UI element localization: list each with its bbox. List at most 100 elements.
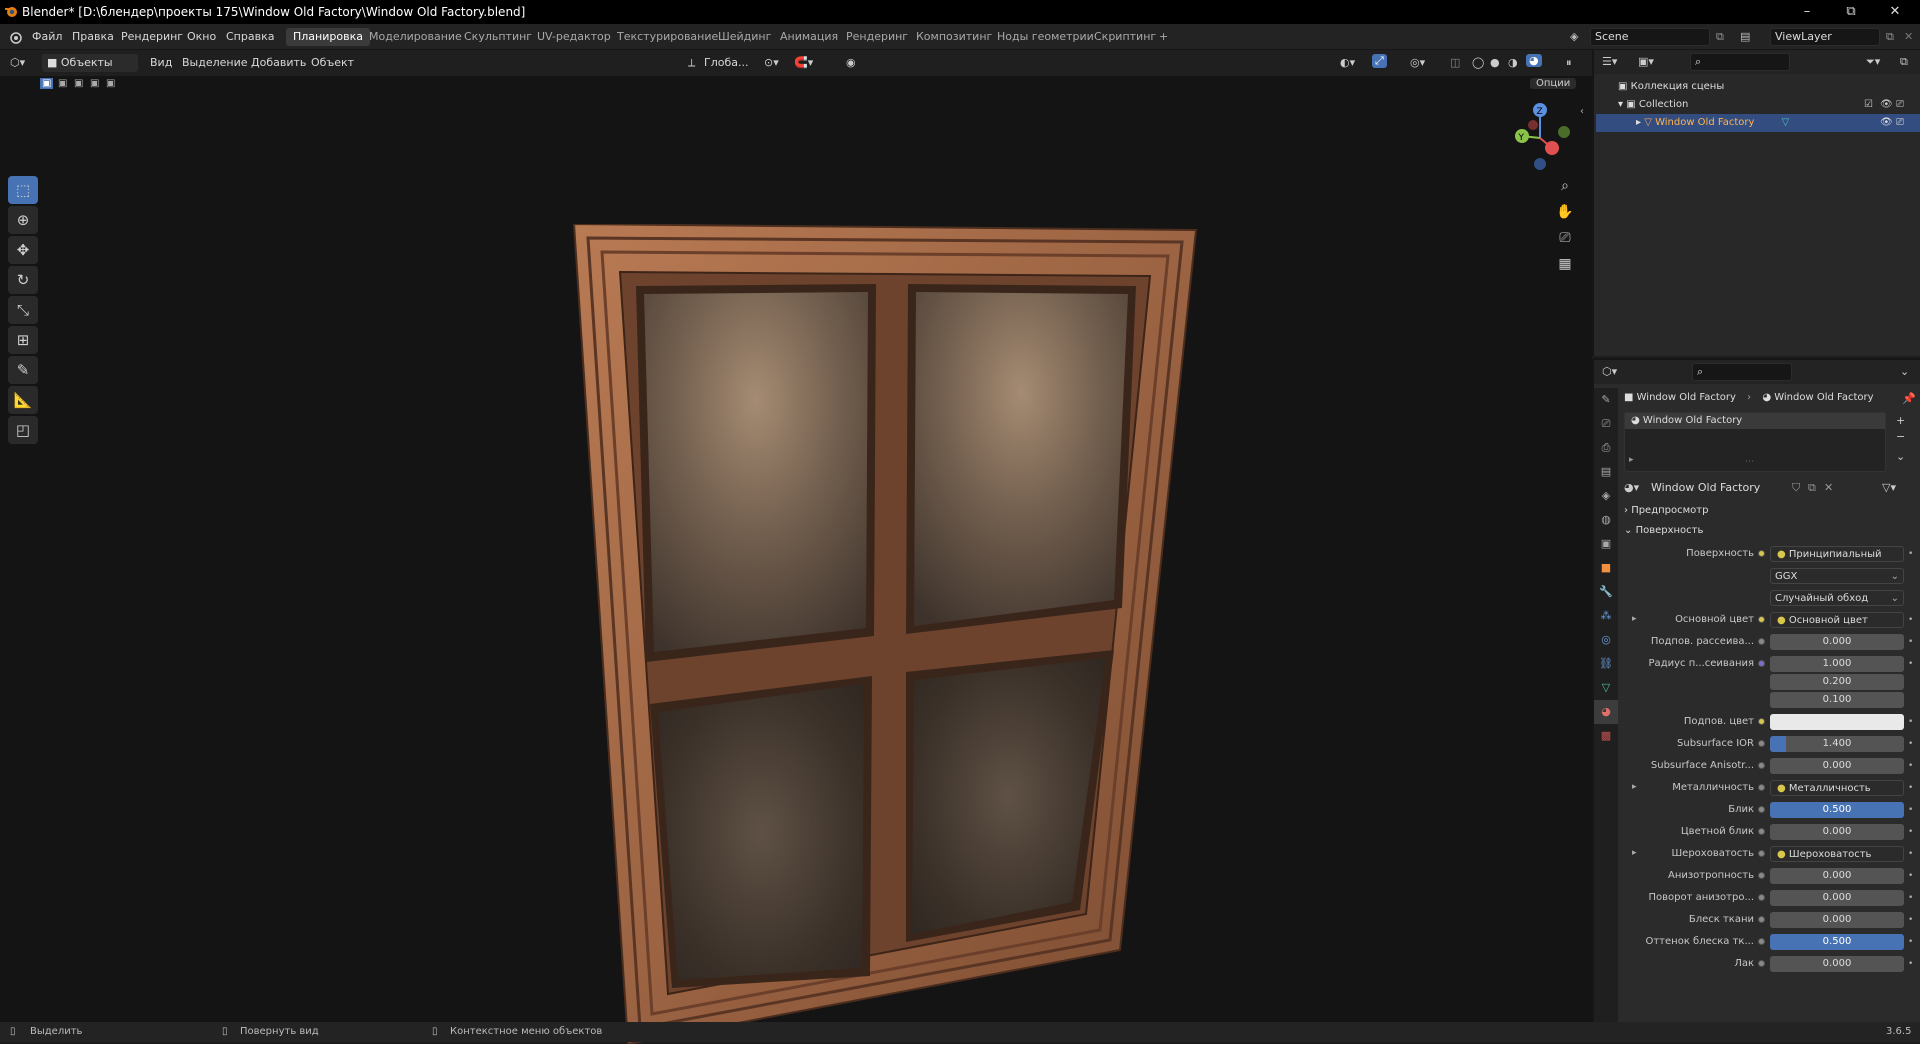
keyframe-dot-icon[interactable]: • <box>1908 636 1914 648</box>
tab-geometry-nodes[interactable]: Ноды геометрии <box>990 28 1101 46</box>
keyframe-dot-icon[interactable]: • <box>1908 614 1914 626</box>
select-mode-new-icon[interactable]: ▣ <box>40 78 54 89</box>
tab-uv-editing[interactable]: UV-редактор <box>530 28 618 46</box>
pin-icon[interactable]: 📌 <box>1902 392 1916 405</box>
annotate-tool-icon[interactable]: ✎ <box>8 356 38 384</box>
property-value-field[interactable]: 0.100 <box>1770 692 1904 708</box>
property-dropdown[interactable]: Случайный обход ⌄ <box>1770 590 1904 606</box>
socket-icon[interactable] <box>1758 784 1765 791</box>
cursor-tool-icon[interactable]: ⊕ <box>8 206 38 234</box>
material-slots-list[interactable]: ◕ Window Old Factory ▸ ⋯ <box>1624 412 1886 472</box>
select-mode-invert-icon[interactable]: ▣ <box>90 78 99 89</box>
keyframe-dot-icon[interactable]: • <box>1908 958 1914 970</box>
eye-icon[interactable]: 👁 <box>1880 114 1893 132</box>
socket-icon[interactable] <box>1758 718 1765 725</box>
grid-icon[interactable]: ▦ <box>1553 252 1577 276</box>
rendered-shading-icon[interactable]: ◕ <box>1526 54 1542 67</box>
modifiers-tab-icon[interactable]: 🔧 <box>1594 580 1618 604</box>
socket-icon[interactable] <box>1758 616 1765 623</box>
tab-sculpting[interactable]: Скульптинг <box>457 28 539 46</box>
pause-render-icon[interactable]: ⏸ <box>1566 56 1572 70</box>
rotate-tool-icon[interactable]: ↻ <box>8 266 38 294</box>
close-button[interactable]: ✕ <box>1872 2 1918 22</box>
expand-arrow-icon[interactable]: ▸ <box>1629 455 1634 465</box>
mesh-data-tab-icon[interactable]: ▽ <box>1594 676 1618 700</box>
blender-menu-icon[interactable] <box>8 30 22 44</box>
constraints-tab-icon[interactable]: ⛓ <box>1594 652 1618 676</box>
menu-render[interactable]: Рендеринг <box>121 30 183 43</box>
collection-tab-icon[interactable]: ▣ <box>1594 532 1618 556</box>
socket-icon[interactable] <box>1758 806 1765 813</box>
menu-select[interactable]: Выделение <box>182 56 248 69</box>
property-value-field[interactable]: 0.500 <box>1770 934 1904 950</box>
transform-tool-icon[interactable]: ⊞ <box>8 326 38 354</box>
new-scene-icon[interactable]: ⧉ <box>1716 30 1724 44</box>
property-link-field[interactable]: ● Шероховатость <box>1770 846 1904 862</box>
property-value-field[interactable]: 0.000 <box>1770 912 1904 928</box>
render-camera-icon[interactable]: ⎚ <box>1896 96 1904 114</box>
property-link-field[interactable]: ● Металличность <box>1770 780 1904 796</box>
transform-orientation-selector[interactable]: Глоба... <box>704 56 748 69</box>
outliner-object-row[interactable]: ▸ ▽ Window Old Factory ▽ 👁 ⎚ <box>1596 114 1920 132</box>
select-mode-intersect-icon[interactable]: ▣ <box>106 78 115 89</box>
menu-view[interactable]: Вид <box>150 56 172 69</box>
pan-hand-icon[interactable]: ✋ <box>1553 200 1577 224</box>
keyframe-dot-icon[interactable]: • <box>1908 548 1914 560</box>
physics-tab-icon[interactable]: ◎ <box>1594 628 1618 652</box>
socket-icon[interactable] <box>1758 960 1765 967</box>
gizmo-toggle-icon[interactable]: ⤢ <box>1372 54 1387 68</box>
socket-icon[interactable] <box>1758 660 1765 667</box>
proportional-edit-icon[interactable]: ◉ <box>846 56 856 69</box>
sidebar-toggle-icon[interactable]: ‹ <box>1580 106 1584 117</box>
zoom-icon[interactable]: ⌕ <box>1553 174 1577 198</box>
surface-panel-header[interactable]: ⌄ Поверхность <box>1624 522 1916 540</box>
keyframe-dot-icon[interactable]: • <box>1908 760 1914 772</box>
property-value-field[interactable]: 0.200 <box>1770 674 1904 690</box>
properties-search-input[interactable]: ⌕ <box>1692 363 1792 381</box>
options-dropdown[interactable]: Опции <box>1530 78 1577 89</box>
display-mode-icon[interactable]: ▣▾ <box>1638 55 1654 68</box>
eye-icon[interactable]: 👁 <box>1880 96 1893 114</box>
checkbox-icon[interactable]: ☑ <box>1864 96 1873 114</box>
socket-icon[interactable] <box>1758 916 1765 923</box>
tab-shading[interactable]: Шейдинг <box>711 28 778 46</box>
outliner-search-input[interactable]: ⌕ <box>1690 53 1790 71</box>
property-value-field[interactable]: 0.000 <box>1770 956 1904 972</box>
add-slot-icon[interactable]: + <box>1896 414 1905 427</box>
menu-file[interactable]: Файл <box>32 30 62 43</box>
socket-icon[interactable] <box>1758 938 1765 945</box>
navigation-gizmo[interactable]: Z Y <box>1500 98 1580 178</box>
keyframe-dot-icon[interactable]: • <box>1908 826 1914 838</box>
render-camera-icon[interactable]: ⎚ <box>1896 114 1904 132</box>
tab-compositing[interactable]: Композитинг <box>909 28 999 46</box>
property-value-field[interactable]: 1.400 <box>1770 736 1904 752</box>
scene-selector[interactable]: Scene <box>1590 28 1710 46</box>
property-value-field[interactable]: 0.000 <box>1770 634 1904 650</box>
property-dropdown[interactable]: GGX ⌄ <box>1770 568 1904 584</box>
property-value-field[interactable]: 0.000 <box>1770 824 1904 840</box>
socket-icon[interactable] <box>1758 850 1765 857</box>
tab-animation[interactable]: Анимация <box>773 28 845 46</box>
fake-user-icon[interactable]: ⛉ <box>1792 481 1800 495</box>
new-view-layer-icon[interactable]: ⧉ <box>1886 30 1894 44</box>
view-layer-selector[interactable]: ViewLayer <box>1770 28 1880 46</box>
select-mode-extend-icon[interactable]: ▣ <box>58 78 67 89</box>
solid-shading-icon[interactable]: ● <box>1490 56 1500 69</box>
socket-icon[interactable] <box>1758 894 1765 901</box>
tab-rendering[interactable]: Рендеринг <box>839 28 915 46</box>
property-value-field[interactable]: 0.500 <box>1770 802 1904 818</box>
move-tool-icon[interactable]: ✥ <box>8 236 38 264</box>
properties-editor-icon[interactable]: ⬡▾ <box>1602 365 1617 378</box>
material-shading-icon[interactable]: ◑ <box>1508 56 1518 69</box>
wireframe-shading-icon[interactable]: ◯ <box>1472 56 1484 69</box>
scene-tab-icon[interactable]: ◈ <box>1594 484 1618 508</box>
pivot-point-icon[interactable]: ⊙▾ <box>764 56 779 69</box>
expand-arrow-icon[interactable]: ▾ <box>1618 99 1626 110</box>
outliner-editor-icon[interactable]: ☰▾ <box>1602 55 1617 68</box>
view-layer-icon[interactable]: ▤ <box>1740 30 1750 43</box>
3d-viewport[interactable]: Z Y ⌕ ✋ ⎚ ▦ ‹ ⬚ ⊕ ✥ ↻ ⤡ ⊞ ✎ 📐 ◰ <box>0 76 1592 1044</box>
material-slot-row[interactable]: ◕ Window Old Factory <box>1625 413 1885 429</box>
keyframe-dot-icon[interactable]: • <box>1908 914 1914 926</box>
duplicate-material-icon[interactable]: ⧉ <box>1808 481 1816 495</box>
socket-icon[interactable] <box>1758 740 1765 747</box>
